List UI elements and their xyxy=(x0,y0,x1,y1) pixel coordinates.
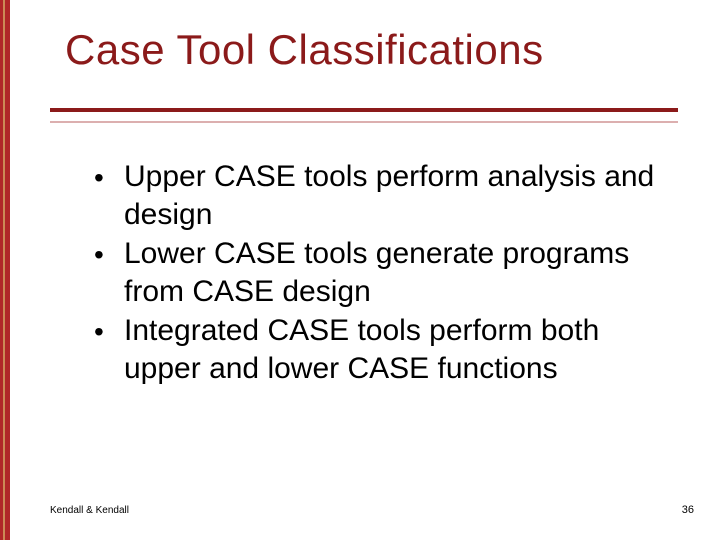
bullet-icon: • xyxy=(94,314,104,349)
accent-strip xyxy=(0,0,10,540)
footer-author: Kendall & Kendall xyxy=(50,505,129,516)
list-item-text: Integrated CASE tools perform both upper… xyxy=(124,314,599,385)
list-item: • Integrated CASE tools perform both upp… xyxy=(94,312,676,387)
list-item: • Lower CASE tools generate programs fro… xyxy=(94,235,676,310)
bullet-icon: • xyxy=(94,160,104,195)
divider-primary xyxy=(50,108,678,112)
page-title: Case Tool Classifications xyxy=(65,26,544,74)
page-number: 36 xyxy=(682,504,694,516)
bullet-icon: • xyxy=(94,237,104,272)
list-item: • Upper CASE tools perform analysis and … xyxy=(94,158,676,233)
list-item-text: Lower CASE tools generate programs from … xyxy=(124,237,629,308)
divider-secondary xyxy=(50,121,678,123)
slide: Case Tool Classifications • Upper CASE t… xyxy=(10,0,720,540)
bullet-list: • Upper CASE tools perform analysis and … xyxy=(94,158,676,389)
accent-highlight xyxy=(3,0,5,540)
list-item-text: Upper CASE tools perform analysis and de… xyxy=(124,160,654,231)
